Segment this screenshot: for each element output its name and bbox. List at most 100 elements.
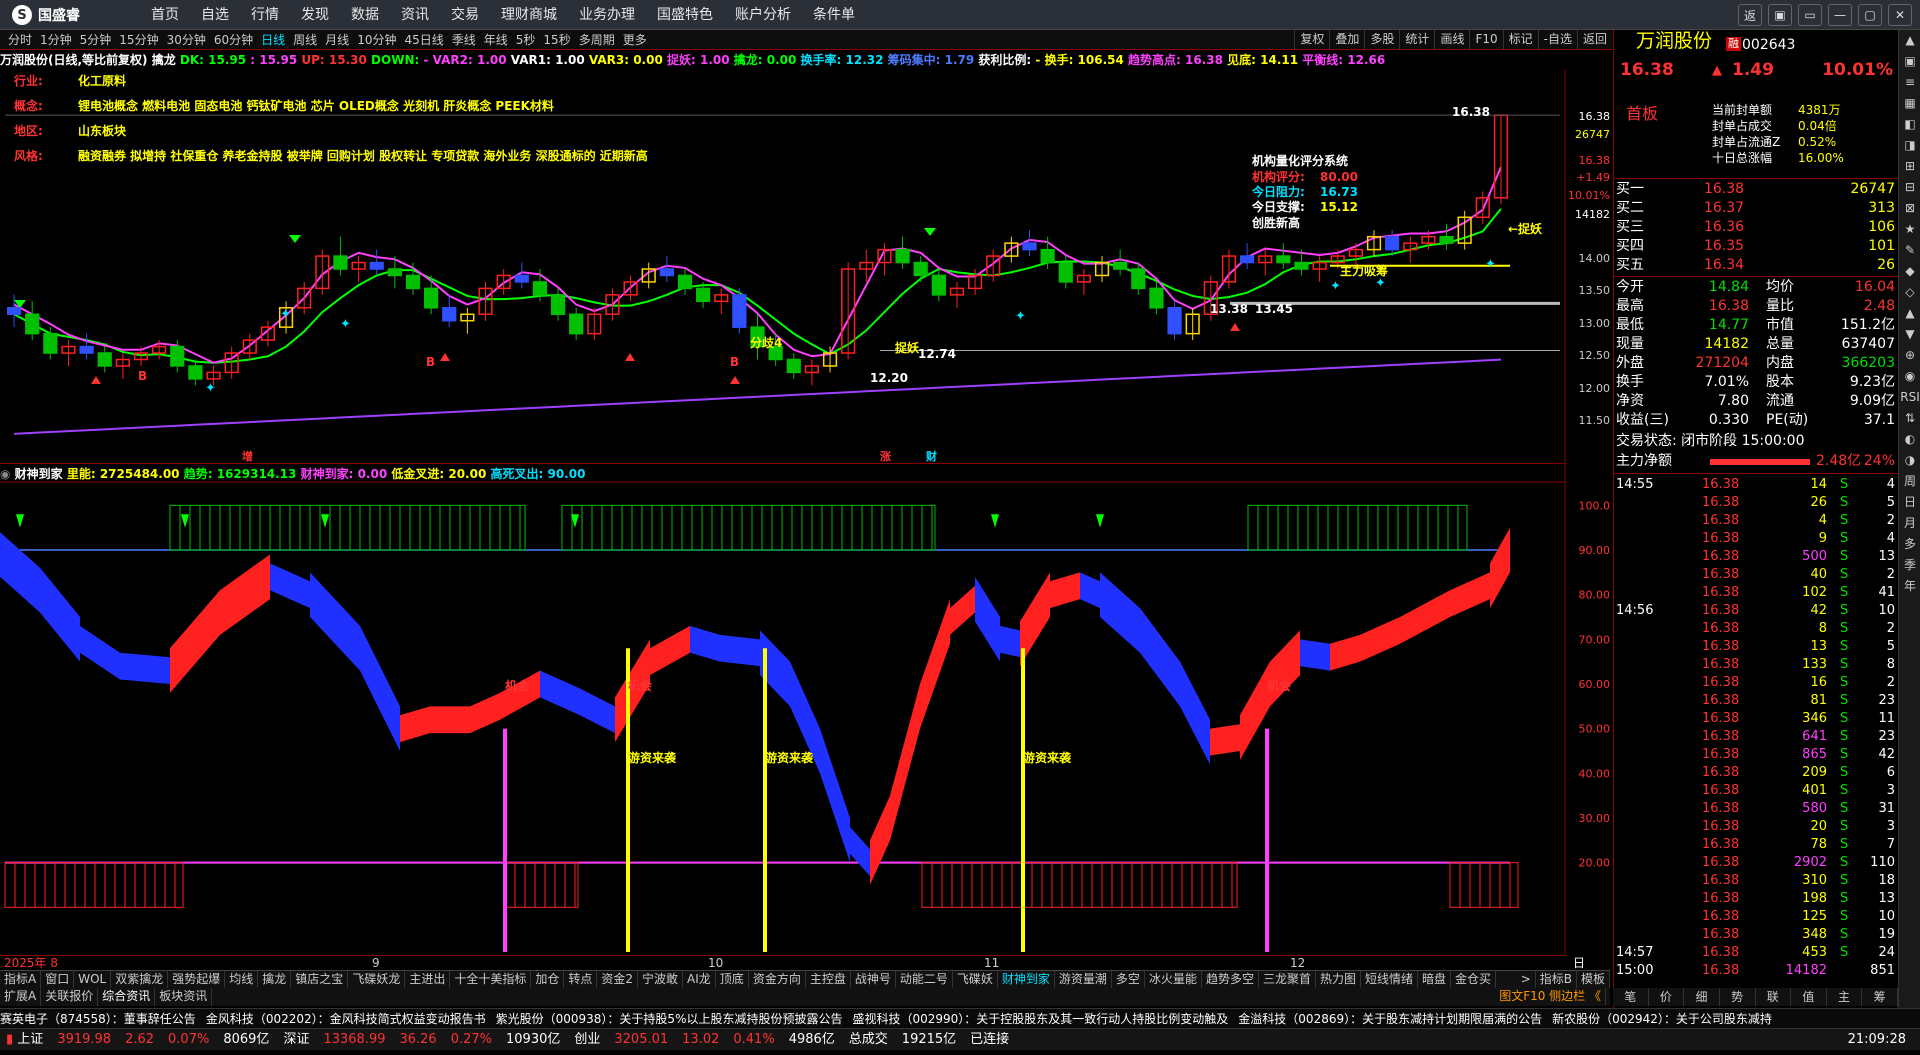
side-tool-icon[interactable]: ▲ <box>1899 303 1920 324</box>
tool-button[interactable]: F10 <box>1469 30 1502 50</box>
menu-item[interactable]: 理财商城 <box>490 0 568 30</box>
side-tool-icon[interactable]: ◑ <box>1899 450 1920 471</box>
side-tool-icon[interactable]: ⇅ <box>1899 408 1920 429</box>
period-tab[interactable]: 15分钟 <box>115 30 162 50</box>
quote-tab[interactable]: 价 <box>1649 988 1685 1006</box>
menu-item[interactable]: 行情 <box>240 0 290 30</box>
bid-price[interactable]: 16.38 <box>1704 180 1744 199</box>
side-tool-icon[interactable]: ◆ <box>1899 261 1920 282</box>
window-button-icon[interactable]: ▣ <box>1768 4 1792 26</box>
menu-item[interactable]: 国盛特色 <box>646 0 724 30</box>
f10-sidebar-toggle[interactable]: 图文F10 侧边栏 《 <box>1495 988 1606 1005</box>
side-tool-icon[interactable]: ◨ <box>1899 135 1920 156</box>
indicator-tab[interactable]: 擒龙 <box>258 971 292 988</box>
side-tool-icon[interactable]: ⊠ <box>1899 198 1920 219</box>
tool-button[interactable]: 叠加 <box>1329 30 1364 50</box>
side-tool-icon[interactable]: ≡ <box>1899 72 1920 93</box>
tool-button[interactable]: 返回 <box>1576 30 1612 50</box>
quote-tab[interactable]: 筹 <box>1862 988 1898 1006</box>
tool-button[interactable]: 画线 <box>1434 30 1469 50</box>
period-tab[interactable]: 30分钟 <box>163 30 210 50</box>
side-tool-icon[interactable]: ◉ <box>1899 366 1920 387</box>
period-tab[interactable]: 日线 <box>257 30 289 50</box>
period-tab[interactable]: 月线 <box>321 30 353 50</box>
quote-tab[interactable]: 笔 <box>1613 988 1649 1006</box>
news-item[interactable]: 赛英电子（874558）：董事辞任公告 <box>0 1009 206 1028</box>
indicator-tab[interactable]: 指标A <box>0 971 42 988</box>
bid-price[interactable]: 16.35 <box>1704 237 1744 256</box>
indicator-tab[interactable]: 强势起爆 <box>168 971 226 988</box>
app-logo[interactable]: S 国盛睿 <box>12 5 80 25</box>
indicator-tab[interactable]: WOL <box>74 971 112 988</box>
news-item[interactable]: 紫光股份（000938）：关于持股5%以上股东减持股份预披露公告 <box>496 1009 853 1028</box>
info-tab[interactable]: 综合资讯 <box>98 988 156 1006</box>
indicator-group-tab[interactable]: 指标B <box>1536 971 1577 988</box>
period-tab[interactable]: 多周期 <box>575 30 619 50</box>
menu-item[interactable]: 自选 <box>190 0 240 30</box>
side-tool-icon[interactable]: 年 <box>1899 576 1920 597</box>
indicator-tab[interactable]: 动能二号 <box>896 971 953 988</box>
period-tab[interactable]: 10分钟 <box>353 30 400 50</box>
window-button-icon[interactable]: — <box>1828 4 1852 26</box>
indicator-tab[interactable]: 三龙聚首 <box>1259 971 1316 988</box>
info-value[interactable]: 山东板块 <box>78 122 126 147</box>
period-tab[interactable]: 5分钟 <box>76 30 116 50</box>
period-tab[interactable]: 年线 <box>480 30 512 50</box>
indicator-tab[interactable]: 战神号 <box>851 971 896 988</box>
news-item[interactable]: 新农股份（002942）：关于公司股东减持 <box>1552 1009 1782 1028</box>
tool-button[interactable]: 多股 <box>1364 30 1399 50</box>
menu-item[interactable]: 业务办理 <box>568 0 646 30</box>
window-button-icon[interactable]: ✕ <box>1888 4 1912 26</box>
period-tab[interactable]: 1分钟 <box>36 30 76 50</box>
tool-button[interactable]: 统计 <box>1399 30 1434 50</box>
indicator-tab[interactable]: 主进出 <box>405 971 451 988</box>
menu-item[interactable]: 数据 <box>340 0 390 30</box>
side-tool-icon[interactable]: 季 <box>1899 555 1920 576</box>
indicator-tab[interactable]: 飞碟妖龙 <box>348 971 406 988</box>
news-item[interactable]: 金风科技（002202）：金风科技简式权益变动报告书 <box>206 1009 496 1028</box>
info-value[interactable]: 融资融券 拟增持 社保重仓 养老金持股 被举牌 回购计划 股权转让 专项贷款 海… <box>78 147 648 172</box>
side-tool-icon[interactable]: ▼ <box>1899 324 1920 345</box>
info-value[interactable]: 化工原料 <box>78 72 126 97</box>
menu-item[interactable]: 条件单 <box>802 0 866 30</box>
side-tool-icon[interactable]: 多 <box>1899 534 1920 555</box>
menu-item[interactable]: 交易 <box>440 0 490 30</box>
bid-price[interactable]: 16.34 <box>1704 256 1744 275</box>
info-tab[interactable]: 板块资讯 <box>155 988 213 1006</box>
period-tab[interactable]: 季线 <box>448 30 480 50</box>
side-tool-icon[interactable]: ★ <box>1899 219 1920 240</box>
period-tab[interactable]: 周线 <box>289 30 321 50</box>
menu-item[interactable]: 资讯 <box>390 0 440 30</box>
indicator-tab[interactable]: 金仓买 <box>1451 971 1497 988</box>
side-tool-icon[interactable]: ◧ <box>1899 114 1920 135</box>
collapse-icon[interactable]: ◉ <box>0 467 15 481</box>
news-item[interactable]: 盛视科技（002990）：关于控股股东及其一致行动人持股比例变动触及 <box>852 1009 1238 1028</box>
side-tool-icon[interactable]: ▲ <box>1899 30 1920 51</box>
period-tab[interactable]: 分时 <box>4 30 36 50</box>
indicator-tab[interactable]: 顶底 <box>716 971 749 988</box>
tab-scroll-button[interactable]: > <box>1517 971 1536 988</box>
indicator-tab[interactable]: 飞碟妖 <box>953 971 998 988</box>
quote-tab[interactable]: 主 <box>1827 988 1863 1006</box>
window-button-icon[interactable]: ▢ <box>1858 4 1882 26</box>
window-button-icon[interactable]: ▭ <box>1798 4 1822 26</box>
side-tool-icon[interactable]: ✎ <box>1899 240 1920 261</box>
indicator-tab[interactable]: 短线情绪 <box>1361 971 1419 988</box>
side-tool-icon[interactable]: 周 <box>1899 471 1920 492</box>
indicator-tab[interactable]: 资金2 <box>597 971 639 988</box>
period-tab[interactable]: 45日线 <box>400 30 447 50</box>
tool-button[interactable]: -自选 <box>1537 30 1577 50</box>
indicator-tab[interactable]: 双紫擒龙 <box>111 971 169 988</box>
indicator-tab[interactable]: 趋势多空 <box>1202 971 1259 988</box>
side-tool-icon[interactable]: RSI <box>1899 387 1920 408</box>
quote-tab[interactable]: 势 <box>1720 988 1756 1006</box>
info-tab[interactable]: 关联报价 <box>41 988 99 1006</box>
side-tool-icon[interactable]: ◇ <box>1899 282 1920 303</box>
indicator-tab[interactable]: 宁波敢 <box>638 971 684 988</box>
indicator-tab[interactable]: 热力图 <box>1316 971 1361 988</box>
menu-item[interactable]: 账户分析 <box>724 0 802 30</box>
quote-tab[interactable]: 联 <box>1756 988 1792 1006</box>
indicator-tab[interactable]: 冰火量能 <box>1145 971 1202 988</box>
side-tool-icon[interactable]: 月 <box>1899 513 1920 534</box>
indicator-tab[interactable]: 资金方向 <box>749 971 806 988</box>
